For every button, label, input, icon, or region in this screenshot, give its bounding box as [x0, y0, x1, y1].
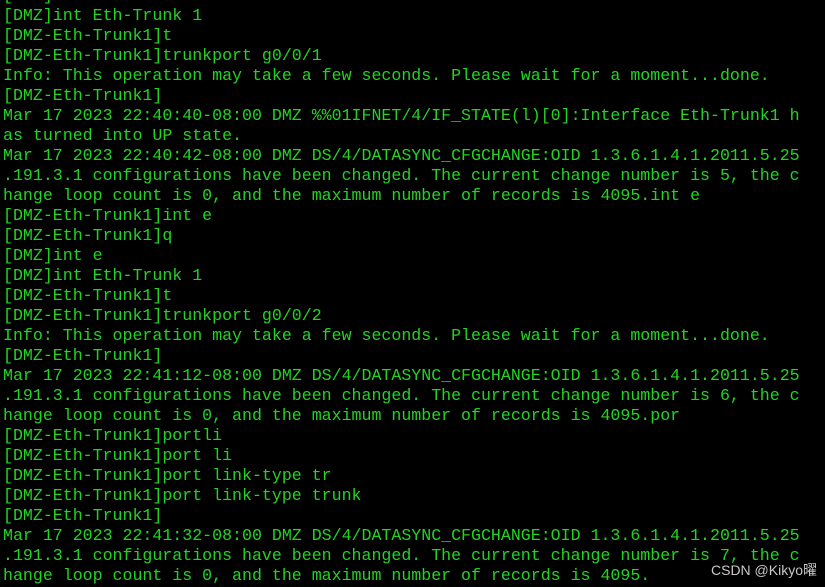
terminal-line: [DMZ]int Eth-Trunk 1 — [3, 266, 203, 285]
terminal-line: hange loop count is 0, and the maximum n… — [3, 186, 701, 205]
terminal-line: [DMZ-Eth-Trunk1] — [3, 346, 163, 365]
terminal-line: Mar 17 2023 22:41:32-08:00 DMZ DS/4/DATA… — [3, 526, 800, 545]
terminal-line: [DMZ-Eth-Trunk1]t — [3, 286, 173, 305]
watermark: CSDN @Kikyo曜 — [711, 562, 818, 578]
terminal-line: Info: This operation may take a few seco… — [3, 326, 770, 345]
terminal-output[interactable]: [DMZ]int e[DMZ]int Eth-Trunk 1[DMZ-Eth-T… — [3, 0, 800, 586]
terminal-line: Info: This operation may take a few seco… — [3, 66, 770, 85]
terminal-line: Mar 17 2023 22:41:12-08:00 DMZ DS/4/DATA… — [3, 366, 800, 385]
terminal-line: [DMZ-Eth-Trunk1]portli — [3, 426, 223, 445]
terminal-line: [DMZ]int e — [3, 246, 103, 265]
terminal-line: .191.3.1 configurations have been change… — [3, 166, 800, 185]
terminal-line: .191.3.1 configurations have been change… — [3, 546, 800, 565]
terminal-line: hange loop count is 0, and the maximum n… — [3, 566, 651, 585]
terminal-line: [DMZ-Eth-Trunk1]t — [3, 26, 173, 45]
terminal-line: [DMZ]int Eth-Trunk 1 — [3, 6, 203, 25]
terminal-line: hange loop count is 0, and the maximum n… — [3, 406, 681, 425]
terminal-line: [DMZ-Eth-Trunk1]int e — [3, 206, 213, 225]
terminal-line: Mar 17 2023 22:40:40-08:00 DMZ %%01IFNET… — [3, 106, 800, 125]
terminal-line: as turned into UP state. — [3, 126, 242, 145]
terminal-line: [DMZ-Eth-Trunk1] — [3, 86, 163, 105]
terminal-line: [DMZ-Eth-Trunk1]trunkport g0/0/1 — [3, 46, 322, 65]
terminal-line: [DMZ-Eth-Trunk1]trunkport g0/0/2 — [3, 306, 322, 325]
terminal-line: [DMZ-Eth-Trunk1] — [3, 506, 163, 525]
terminal-line: [DMZ-Eth-Trunk1]port li — [3, 446, 233, 465]
terminal-line: [DMZ-Eth-Trunk1]port link-type tr — [3, 466, 332, 485]
terminal-line: Mar 17 2023 22:40:42-08:00 DMZ DS/4/DATA… — [3, 146, 800, 165]
terminal-line: [DMZ-Eth-Trunk1]port link-type trunk — [3, 486, 362, 505]
terminal-line: [DMZ-Eth-Trunk1]q — [3, 226, 173, 245]
terminal-line: .191.3.1 configurations have been change… — [3, 386, 800, 405]
